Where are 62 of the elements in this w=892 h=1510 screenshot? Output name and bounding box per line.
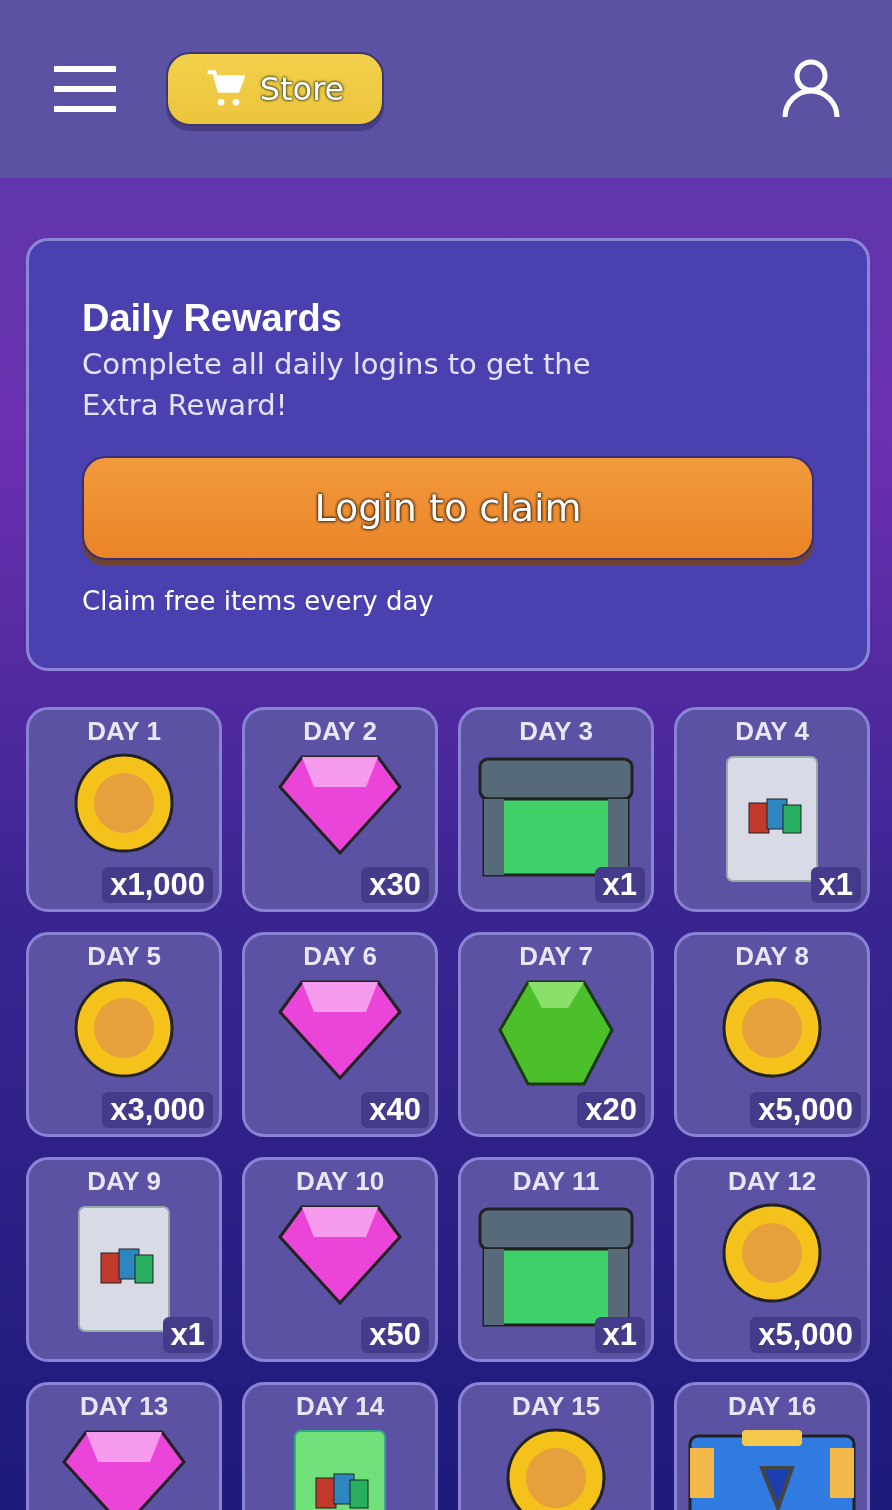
coin-icon [504,1428,608,1510]
reward-tile[interactable]: DAY 8 x5,000 [674,932,870,1137]
reward-tile[interactable]: DAY 12 x5,000 [674,1157,870,1362]
gem-icon [278,978,402,1082]
coin-icon [720,978,824,1078]
day-label: DAY 13 [79,1391,169,1422]
amount-label: x40 [361,1092,429,1128]
day-label: DAY 4 [735,716,809,747]
day-label: DAY 7 [519,941,593,972]
day-label: DAY 11 [512,1166,600,1197]
day-label: DAY 15 [511,1391,601,1422]
reward-tile[interactable]: DAY 6 x40 [242,932,438,1137]
amount-label: x30 [361,867,429,903]
card-title: Daily Rewards [82,297,343,340]
reward-tile[interactable]: DAY 14 [242,1382,438,1510]
reward-tile[interactable]: DAY 15 [458,1382,654,1510]
amount-label: x20 [577,1092,645,1128]
amount-label: x5,000 [750,1092,861,1128]
card-note: Claim free items every day [82,586,435,616]
reward-tile[interactable]: DAY 5 x3,000 [26,932,222,1137]
gem-icon [278,1203,402,1307]
card-subtitle: Complete all daily logins to get the Extra Reward! [82,346,592,424]
menu-icon[interactable] [54,66,116,112]
cart-icon [205,69,246,109]
amount-label: x1 [162,1317,213,1353]
day-label: DAY 6 [303,941,377,972]
reward-tile[interactable]: DAY 16 [674,1382,870,1510]
emerald-icon [498,978,614,1088]
card-pack-icon [75,1203,173,1335]
reward-tile[interactable]: DAY 1 x1,000 [26,707,222,912]
amount-label: x3,000 [102,1092,213,1128]
day-label: DAY 16 [727,1391,817,1422]
amount-label: x1,000 [102,867,213,903]
amount-label: x1 [810,867,861,903]
day-label: DAY 8 [735,941,809,972]
amount-label: x1 [594,867,645,903]
reward-tile[interactable]: DAY 9 x1 [26,1157,222,1362]
day-label: DAY 1 [87,716,161,747]
amount-label: x5,000 [750,1317,861,1353]
day-label: DAY 14 [295,1391,385,1422]
coin-icon [72,978,176,1078]
reward-tile[interactable]: DAY 4 x1 [674,707,870,912]
coin-icon [720,1203,824,1303]
day-label: DAY 2 [303,716,377,747]
amount-label: x50 [361,1317,429,1353]
day-label: DAY 10 [295,1166,385,1197]
amount-label: x1 [594,1317,645,1353]
reward-tile[interactable]: DAY 7 x20 [458,932,654,1137]
reward-tile[interactable]: DAY 3 x1 [458,707,654,912]
reward-tile[interactable]: DAY 11 x1 [458,1157,654,1362]
coin-icon [72,753,176,853]
gem-icon [278,753,402,857]
card-pack-icon [723,753,821,885]
day-label: DAY 5 [87,941,161,972]
user-icon[interactable] [782,59,840,119]
reward-tile[interactable]: DAY 13 [26,1382,222,1510]
day-label: DAY 3 [519,716,593,747]
reward-tile[interactable]: DAY 2 x30 [242,707,438,912]
reward-tile[interactable]: DAY 10 x50 [242,1157,438,1362]
day-label: DAY 12 [727,1166,817,1197]
day-label: DAY 9 [87,1166,161,1197]
gem-icon [62,1428,186,1510]
